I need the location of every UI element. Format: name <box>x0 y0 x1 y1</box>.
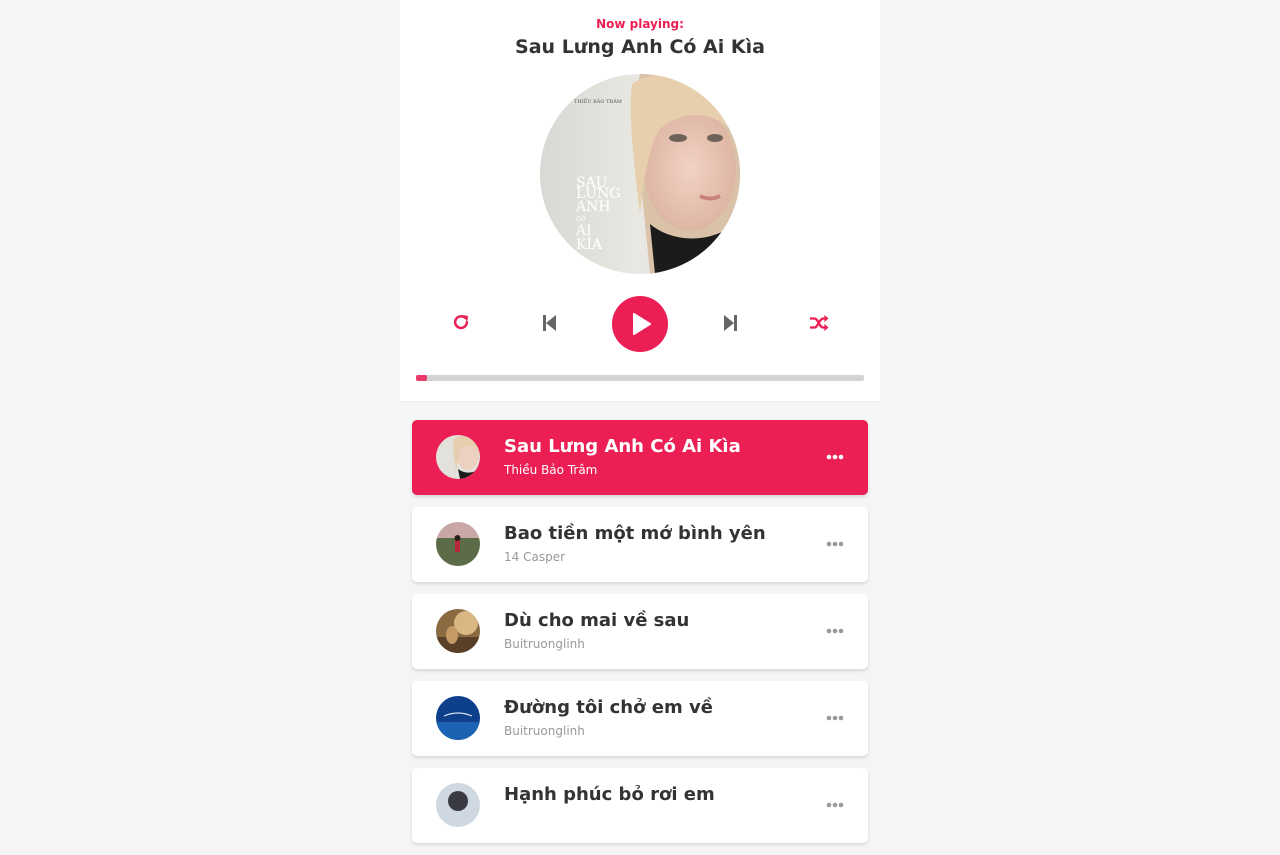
step-forward-icon <box>724 315 737 331</box>
song-thumb-image <box>436 609 480 653</box>
random-button[interactable] <box>799 303 839 343</box>
ellipsis-icon <box>826 715 844 721</box>
playlist-song[interactable]: Bao tiền một mớ bình yên 14 Casper <box>412 507 868 582</box>
svg-text:có: có <box>576 214 585 223</box>
song-author: Buitruonglinh <box>504 724 585 738</box>
song-option-button[interactable] <box>816 447 854 467</box>
song-thumb <box>436 435 480 479</box>
step-backward-icon <box>543 315 556 331</box>
ellipsis-icon <box>826 802 844 808</box>
song-option-button[interactable] <box>816 621 854 641</box>
song-title: Hạnh phúc bỏ rơi em <box>504 784 715 805</box>
now-playing-label: Now playing: <box>596 17 684 31</box>
svg-text:KÌA: KÌA <box>576 235 603 253</box>
song-author: Buitruonglinh <box>504 637 585 651</box>
song-thumb <box>436 783 480 827</box>
song-thumb-image <box>436 435 480 479</box>
song-title: Đường tôi chở em về <box>504 697 713 718</box>
svg-text:ANH: ANH <box>575 199 611 215</box>
song-thumb-image <box>436 522 480 566</box>
song-title: Sau Lưng Anh Có Ai Kìa <box>504 436 741 457</box>
song-title: Dù cho mai về sau <box>504 610 690 631</box>
song-option-button[interactable] <box>816 795 854 815</box>
ellipsis-icon <box>826 454 844 460</box>
progress-bar[interactable] <box>416 375 864 381</box>
playlist-song[interactable]: Đường tôi chở em về Buitruonglinh <box>412 681 868 756</box>
song-author: Thiều Bảo Trâm <box>504 463 598 477</box>
ellipsis-icon <box>826 628 844 634</box>
song-option-button[interactable] <box>816 708 854 728</box>
progress-fill <box>416 375 428 381</box>
playlist-song[interactable]: Sau Lưng Anh Có Ai Kìa Thiều Bảo Trâm <box>412 420 868 495</box>
song-option-button[interactable] <box>816 534 854 554</box>
song-thumb <box>436 609 480 653</box>
song-thumb-image <box>436 696 480 740</box>
play-button[interactable] <box>612 296 668 352</box>
shuffle-icon <box>810 314 829 332</box>
playlist-song[interactable]: Dù cho mai về sau Buitruonglinh <box>412 594 868 669</box>
song-thumb <box>436 696 480 740</box>
song-title: Bao tiền một mớ bình yên <box>504 523 766 544</box>
repeat-button[interactable] <box>441 303 481 343</box>
ellipsis-icon <box>826 541 844 547</box>
play-icon <box>633 313 651 335</box>
repeat-icon <box>453 315 469 330</box>
player-dashboard: Now playing: Sau Lưng Anh Có Ai Kìa THIỀ… <box>400 0 880 402</box>
song-thumb <box>436 522 480 566</box>
now-playing-title: Sau Lưng Anh Có Ai Kìa <box>515 36 765 58</box>
next-button[interactable] <box>710 303 750 343</box>
playlist-song[interactable]: Hạnh phúc bỏ rơi em <box>412 768 868 843</box>
playlist: Sau Lưng Anh Có Ai Kìa Thiều Bảo Trâm Ba… <box>412 420 868 855</box>
song-author: 14 Casper <box>504 550 566 564</box>
cd-thumbnail: THIỀU BẢO TRÂM SAU LƯNG ANH có AI KÌA <box>540 74 740 274</box>
album-art-image: THIỀU BẢO TRÂM SAU LƯNG ANH có AI KÌA <box>540 74 740 274</box>
prev-button[interactable] <box>530 303 570 343</box>
song-thumb-image <box>436 783 480 827</box>
